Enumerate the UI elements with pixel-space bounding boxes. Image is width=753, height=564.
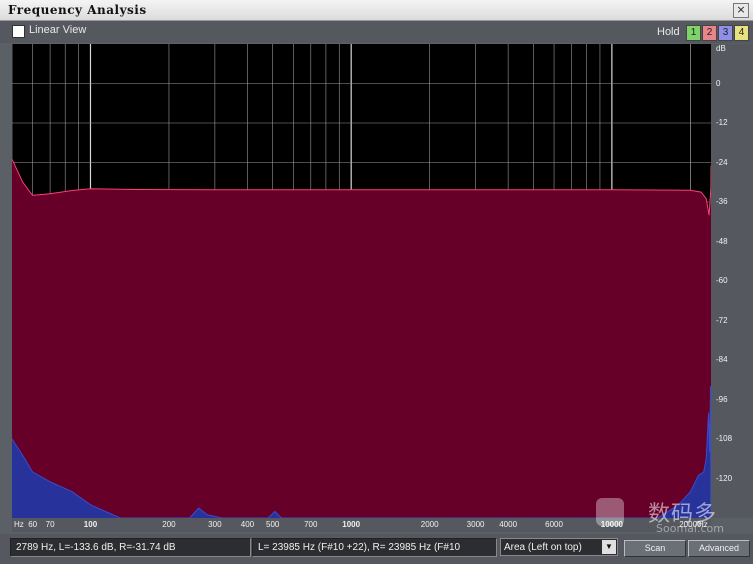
y-axis-unit-label: dB <box>716 44 726 53</box>
linear-view-label[interactable]: Linear View <box>29 24 86 36</box>
y-tick-label: -72 <box>716 315 728 325</box>
watermark: 数码多 Soomal.com <box>596 496 746 540</box>
x-tick-label: 1000 <box>342 520 361 529</box>
x-tick-label: 300 <box>208 520 222 529</box>
x-axis-unit-label: Hz <box>14 520 24 529</box>
hold-button-2[interactable]: 2 <box>702 25 717 41</box>
hold-label: Hold <box>657 26 680 38</box>
display-mode-select[interactable]: Area (Left on top) ▼ <box>500 538 618 556</box>
hold-button-3[interactable]: 3 <box>718 25 733 41</box>
spectrum-plot[interactable] <box>12 44 711 518</box>
series-layer <box>12 158 711 518</box>
watermark-logo-icon <box>596 498 624 526</box>
y-tick-label: -12 <box>716 118 728 127</box>
cursor-readout-field: 2789 Hz, L=-133.6 dB, R=-31.74 dB <box>10 538 251 557</box>
peak-readout-field: L= 23985 Hz (F#10 +22), R= 23985 Hz (F#1… <box>252 538 497 557</box>
x-tick-label: 6000 <box>545 520 563 529</box>
y-tick-label: -120 <box>716 473 733 483</box>
title-bar[interactable]: Frequency Analysis × <box>0 0 753 21</box>
x-tick-label: 100 <box>83 520 98 529</box>
y-tick-label: -36 <box>716 197 728 206</box>
x-tick-label: 500 <box>266 520 280 529</box>
linear-view-checkbox[interactable] <box>12 25 25 38</box>
display-mode-value: Area (Left on top) <box>504 542 582 553</box>
watermark-en-text: Soomal.com <box>656 522 724 535</box>
x-tick-label: 70 <box>45 520 55 529</box>
x-tick-label: 3000 <box>466 520 485 529</box>
hold-button-1[interactable]: 1 <box>686 25 701 41</box>
close-button[interactable]: × <box>733 3 749 18</box>
x-tick-label: 400 <box>240 520 255 529</box>
scan-button[interactable]: Scan <box>624 540 686 557</box>
frequency-analysis-window: Frequency Analysis × Linear View Hold 1 … <box>0 0 753 564</box>
x-tick-label: 4000 <box>499 520 518 529</box>
spectrum-svg <box>12 44 711 518</box>
advanced-button[interactable]: Advanced <box>688 540 750 557</box>
y-tick-label: -84 <box>716 355 728 364</box>
x-tick-label: 2000 <box>420 520 439 529</box>
window-title: Frequency Analysis <box>8 3 147 17</box>
chevron-down-icon[interactable]: ▼ <box>602 540 616 554</box>
y-tick-label: -108 <box>716 434 733 443</box>
y-tick-label: -48 <box>716 236 728 246</box>
x-tick-label: 700 <box>304 520 318 529</box>
y-tick-label: -96 <box>716 394 728 404</box>
toolbar <box>0 21 753 43</box>
series-area-r <box>12 159 711 518</box>
hold-button-4[interactable]: 4 <box>734 25 749 41</box>
y-tick-label: 0 <box>716 78 721 88</box>
y-tick-label: -60 <box>716 276 728 285</box>
y-tick-label: -24 <box>716 157 728 167</box>
x-tick-label: 200 <box>162 520 176 529</box>
x-tick-label: 60 <box>28 520 38 529</box>
